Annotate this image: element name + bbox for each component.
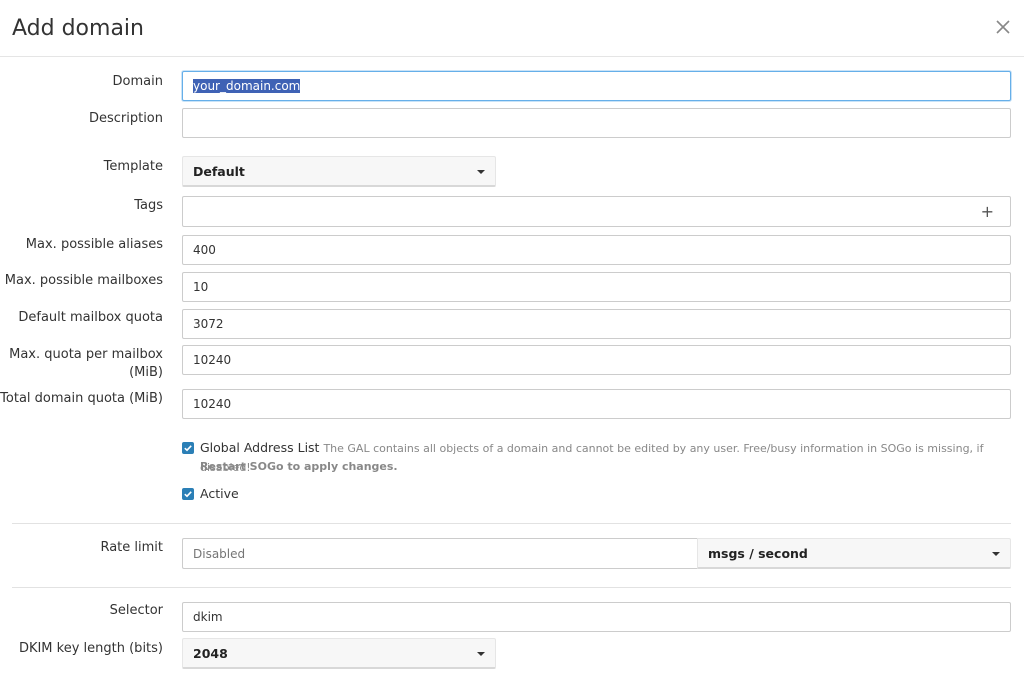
- close-icon: [996, 20, 1010, 34]
- section-divider: [12, 523, 1011, 524]
- modal-header: Add domain: [0, 0, 1024, 57]
- description-input[interactable]: [182, 108, 1011, 138]
- max-mailboxes-label: Max. possible mailboxes: [4, 273, 163, 288]
- gal-help-bold: Restart SOGo to apply changes.: [200, 460, 398, 473]
- total-quota-label: Total domain quota (MiB): [0, 391, 163, 406]
- rate-limit-label: Rate limit: [100, 540, 163, 555]
- domain-label: Domain: [112, 74, 163, 89]
- max-quota-input[interactable]: 10240: [182, 345, 1011, 375]
- tags-input[interactable]: +: [182, 196, 1011, 227]
- caret-down-icon: [477, 652, 485, 656]
- active-checkbox[interactable]: [182, 488, 194, 500]
- dkim-selector-label: Selector: [109, 603, 163, 618]
- caret-down-icon: [477, 170, 485, 174]
- domain-value: your_domain.com: [193, 79, 301, 93]
- active-label: Active: [200, 486, 239, 501]
- template-select[interactable]: Default: [182, 156, 496, 187]
- dkim-key-length-label: DKIM key length (bits): [18, 641, 163, 656]
- dkim-key-length-select[interactable]: 2048: [182, 638, 496, 669]
- max-aliases-input[interactable]: 400: [182, 235, 1011, 265]
- total-quota-input[interactable]: 10240: [182, 389, 1011, 419]
- caret-down-icon: [992, 552, 1000, 556]
- section-divider: [12, 587, 1011, 588]
- rate-unit-value: msgs / second: [708, 546, 808, 561]
- default-quota-label: Default mailbox quota: [18, 310, 163, 325]
- tags-label: Tags: [134, 198, 163, 213]
- gal-checkbox[interactable]: [182, 442, 194, 454]
- plus-icon[interactable]: +: [981, 201, 994, 223]
- max-mailboxes-input[interactable]: 10: [182, 272, 1011, 302]
- dkim-selector-input[interactable]: dkim: [182, 602, 1011, 632]
- description-label: Description: [88, 111, 163, 126]
- domain-input[interactable]: your_domain.com: [182, 71, 1011, 101]
- close-button[interactable]: [992, 16, 1014, 38]
- template-value: Default: [193, 164, 245, 179]
- template-label: Template: [103, 159, 163, 174]
- max-quota-label-unit: (MiB): [129, 365, 163, 380]
- default-quota-input[interactable]: 3072: [182, 309, 1011, 339]
- rate-limit-input[interactable]: [182, 538, 697, 569]
- dkim-key-length-value: 2048: [193, 646, 228, 661]
- gal-label: Global Address List: [200, 440, 320, 455]
- modal-title: Add domain: [12, 16, 144, 41]
- check-icon: [184, 491, 192, 498]
- max-aliases-label: Max. possible aliases: [25, 237, 163, 252]
- rate-unit-select[interactable]: msgs / second: [697, 538, 1011, 569]
- max-quota-label: Max. quota per mailbox: [9, 347, 163, 362]
- check-icon: [184, 445, 192, 452]
